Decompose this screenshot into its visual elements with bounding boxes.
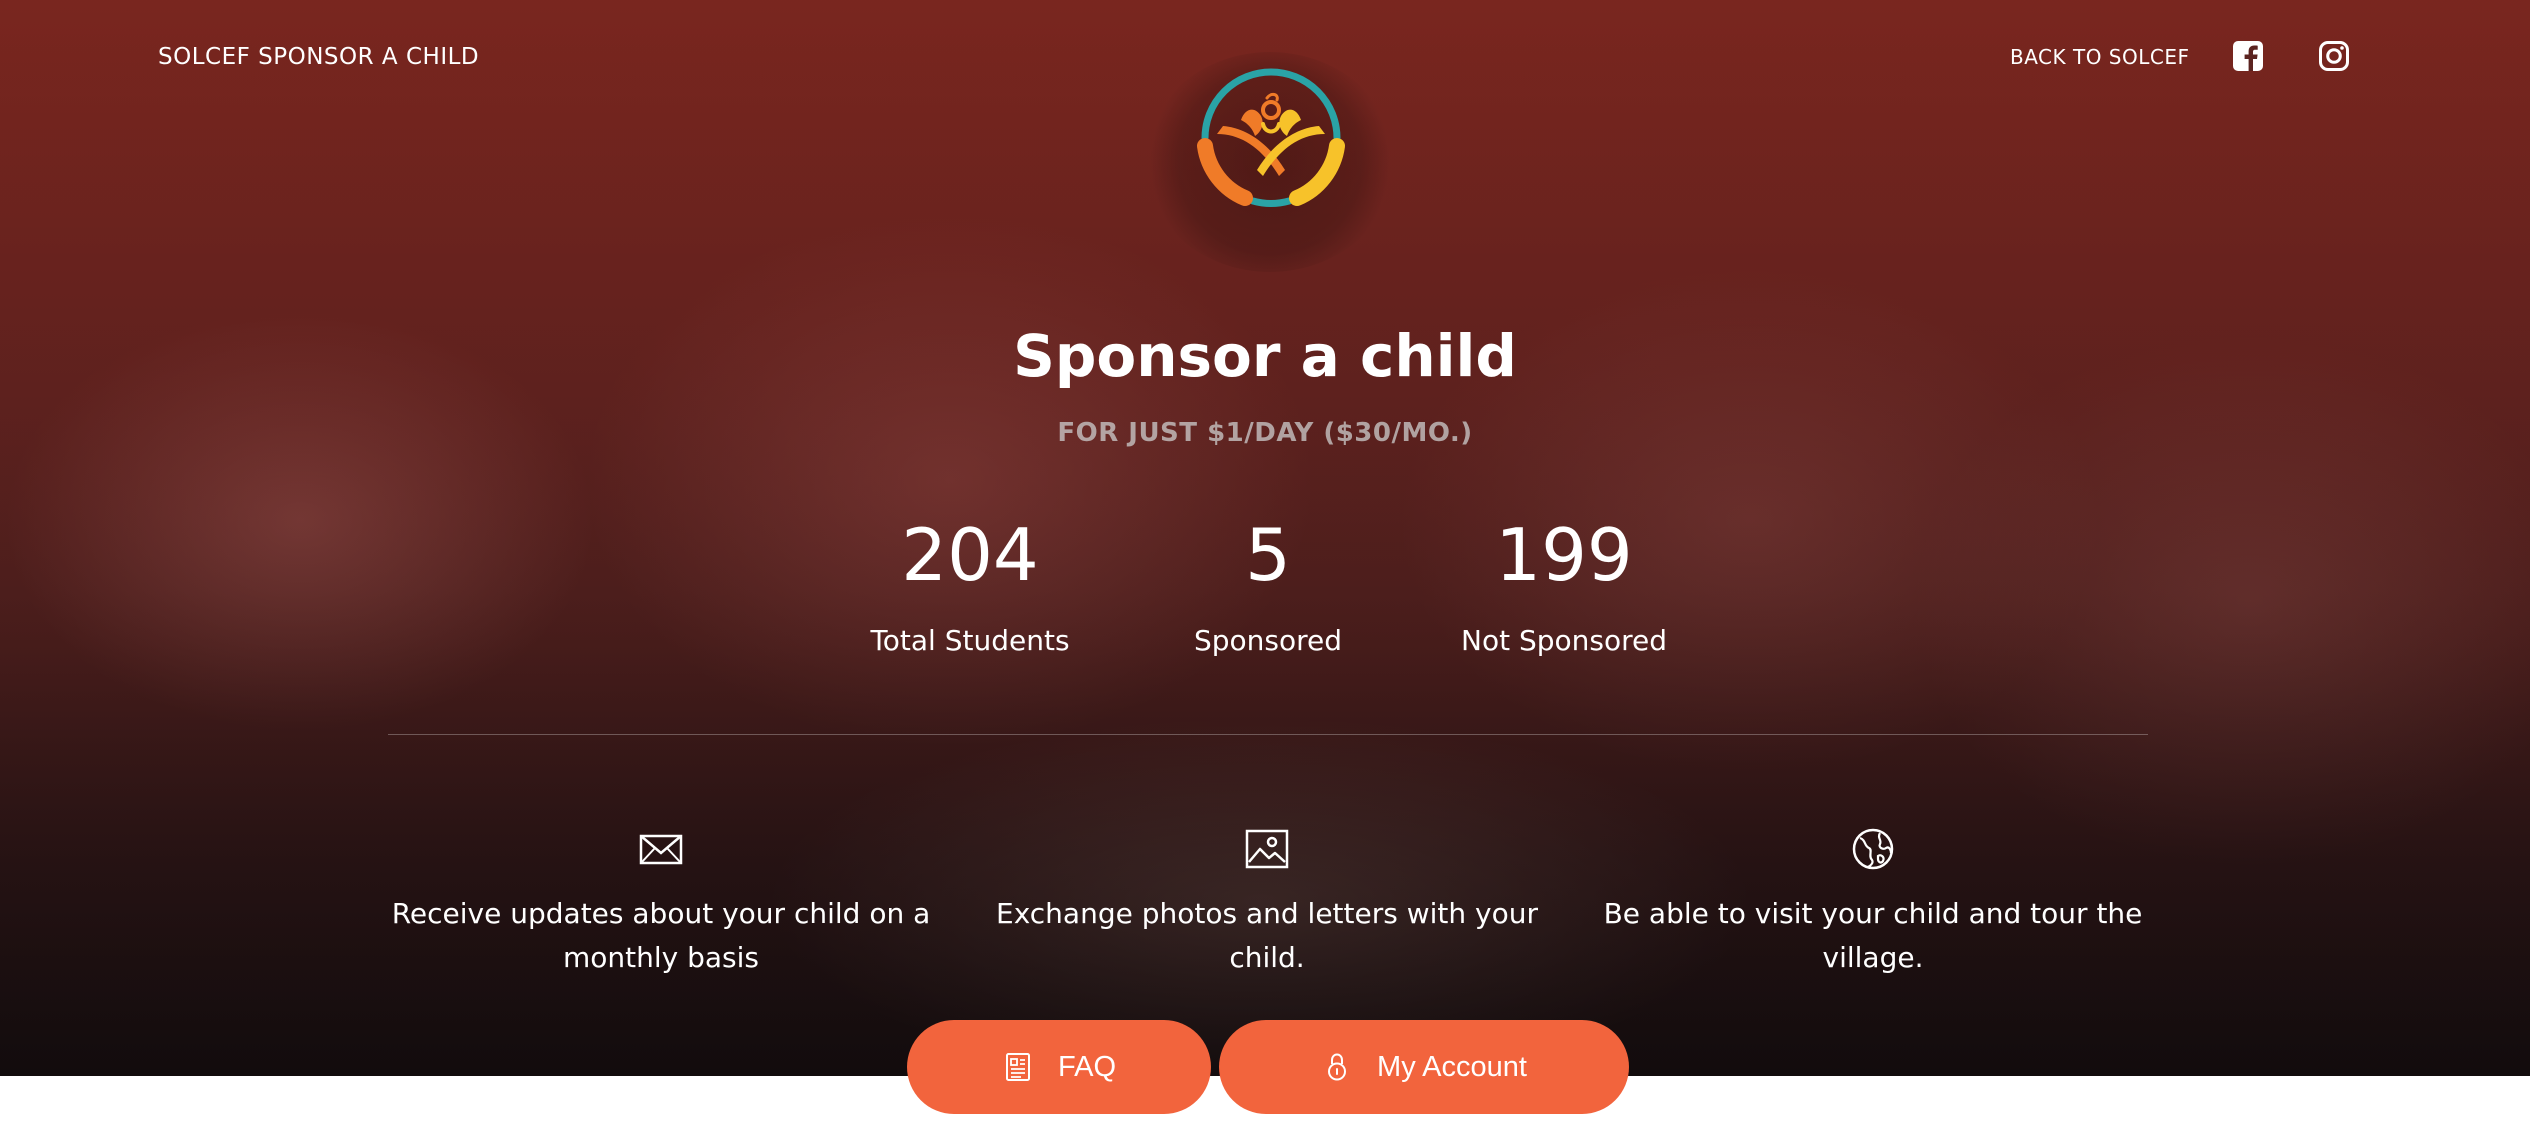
facebook-icon[interactable]	[2232, 40, 2264, 72]
lock-icon	[1328, 1053, 1347, 1081]
stat-label: Sponsored	[1193, 624, 1343, 657]
stat-label: Total Students	[870, 624, 1070, 657]
stat-sponsored: 5 Sponsored	[1128, 512, 1408, 657]
my-account-button[interactable]: My Account	[1219, 1020, 1629, 1114]
feature-text: Exchange photos and letters with your ch…	[996, 897, 1538, 974]
feature-text: Be able to visit your child and tour the…	[1603, 897, 2143, 974]
stat-total-students: 204 Total Students	[830, 512, 1110, 657]
my-account-button-label: My Account	[1377, 1050, 1527, 1083]
instagram-icon[interactable]	[2318, 40, 2350, 72]
brand-link[interactable]: SOLCEF SPONSOR A CHILD	[158, 44, 479, 70]
stat-not-sponsored: 199 Not Sponsored	[1424, 512, 1704, 657]
feature-monthly-updates: Receive updates about your child on a mo…	[381, 826, 941, 980]
hero-content: SOLCEF SPONSOR A CHILD BACK TO SOLCEF Sp…	[0, 0, 2530, 1146]
back-to-solcef-link[interactable]: BACK TO SOLCEF	[2010, 45, 2190, 69]
section-divider	[388, 734, 2148, 735]
globe-icon	[1852, 828, 1894, 870]
stat-value: 204	[901, 513, 1039, 597]
image-icon	[1245, 829, 1289, 869]
page-title: Sponsor a child	[1013, 322, 1517, 390]
feature-text: Receive updates about your child on a mo…	[391, 897, 931, 974]
feature-visit-village: Be able to visit your child and tour the…	[1593, 826, 2153, 980]
stat-value: 5	[1245, 513, 1291, 597]
stat-label: Not Sponsored	[1461, 624, 1667, 657]
feature-exchange-photos: Exchange photos and letters with your ch…	[987, 826, 1547, 980]
stat-value: 199	[1495, 513, 1633, 597]
page-subtitle: FOR JUST $1/DAY ($30/MO.)	[1057, 418, 1473, 448]
faq-button-label: FAQ	[1057, 1050, 1116, 1083]
document-icon	[1005, 1053, 1030, 1081]
solcef-logo[interactable]	[1183, 50, 1359, 226]
faq-button[interactable]: FAQ	[907, 1020, 1211, 1114]
envelope-icon	[639, 834, 683, 865]
